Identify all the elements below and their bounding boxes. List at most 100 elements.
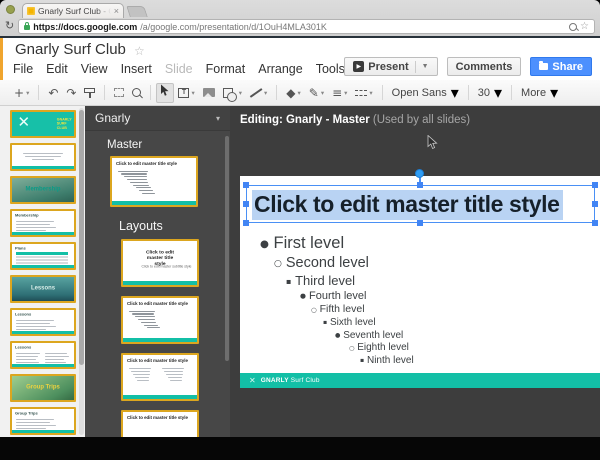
slide-thumbnail-4[interactable]: Membership [10, 209, 76, 237]
line-weight-icon[interactable]: ≡▾ [328, 83, 351, 103]
font-family-select[interactable]: Open Sans ▾ [388, 83, 463, 103]
slide-thumbnail-2[interactable] [10, 143, 76, 171]
panel-scrollbar[interactable] [225, 136, 229, 361]
document-title[interactable]: Gnarly Surf Club [15, 41, 126, 58]
text-box-icon[interactable]: T▾ [174, 83, 198, 103]
text-line [133, 374, 150, 376]
layout-title: Click to edit master title style [140, 249, 181, 266]
text-line [16, 356, 38, 358]
present-dropdown[interactable]: ▼ [415, 61, 429, 73]
layout-title: Click to edit master title style [127, 301, 164, 306]
master-slide[interactable]: Click to edit master title style ●First … [240, 176, 600, 388]
master-title-text[interactable]: Click to edit master title style [252, 190, 563, 220]
chevron-down-icon: ▾ [191, 89, 194, 97]
text-line [130, 182, 148, 183]
bullet-marker-icon: ● [335, 332, 340, 340]
url-bar[interactable]: https://docs.google.com /a/google.com/pr… [18, 19, 595, 34]
slide-thumbnail-5[interactable]: Plans [10, 242, 76, 270]
star-document-icon[interactable]: ☆ [134, 44, 145, 58]
text-line [16, 419, 54, 421]
layout-thumbnail-3[interactable]: Click to edit master title style [121, 353, 199, 401]
resize-handle-ne[interactable] [592, 182, 598, 188]
window-control-button[interactable] [6, 5, 15, 14]
slide-thumbnail-9[interactable]: Group Trips [10, 374, 76, 402]
menu-arrange[interactable]: Arrange [258, 62, 302, 76]
resize-handle-sw[interactable] [243, 220, 249, 226]
browser-tab[interactable]: Gnarly Surf Club - Googl × [22, 3, 124, 18]
image-icon[interactable] [199, 83, 219, 103]
line-color-icon[interactable]: ✎▾ [305, 83, 328, 103]
fill-color-icon[interactable]: ◆▾ [282, 83, 305, 103]
layout-footer [123, 281, 197, 285]
line-dash-icon[interactable]: ▾ [351, 83, 376, 103]
font-size-select[interactable]: 30 ▾ [474, 83, 506, 103]
text-line [16, 221, 54, 223]
text-line [16, 224, 50, 226]
bullet-level-8: ○Eighth level [349, 342, 600, 355]
table-row [16, 259, 68, 261]
new-tab-button[interactable] [126, 6, 148, 17]
shape-icon[interactable]: ▾ [219, 83, 246, 103]
bullet-marker-icon: ○ [311, 306, 317, 314]
layout-thumbnail-4[interactable]: Click to edit master title style [121, 410, 199, 437]
comments-button[interactable]: Comments [447, 57, 522, 76]
slide-thumbnail-10[interactable]: Group Trips [10, 407, 76, 435]
menu-file[interactable]: File [13, 62, 33, 76]
text-line [16, 428, 46, 430]
search-icon[interactable] [569, 23, 577, 31]
reload-icon[interactable]: ↻ [5, 21, 14, 32]
glyph: ↷ [66, 87, 76, 99]
slide-thumbnail-7[interactable]: Lessons [10, 308, 76, 336]
resize-handle-n[interactable] [417, 182, 423, 188]
share-button[interactable]: Share [530, 57, 592, 76]
table-row [16, 256, 68, 258]
body-placeholder[interactable]: ●First level○Second level▪Third level●Fo… [260, 233, 600, 368]
resize-handle-e[interactable] [592, 201, 598, 207]
slide-thumbnail-3[interactable]: Membership [10, 176, 76, 204]
layout-columns [129, 366, 191, 381]
bookmark-star-icon[interactable]: ☆ [580, 22, 589, 32]
menu-view[interactable]: View [81, 62, 108, 76]
bullet-level-5: ○Fifth level [311, 303, 600, 316]
bullet-marker-icon: ▪ [323, 319, 327, 327]
roller-glyph [84, 88, 95, 93]
master-thumb-footer [112, 201, 196, 205]
select-tool-icon[interactable] [156, 83, 174, 103]
toolbar-separator [382, 85, 383, 100]
slide-thumbnail-8[interactable]: Lessons [10, 341, 76, 369]
title-placeholder[interactable]: Click to edit master title style [246, 185, 595, 223]
thumb-footer [12, 166, 74, 169]
fit-zoom-icon[interactable] [110, 83, 128, 103]
rotation-handle[interactable] [415, 169, 424, 178]
menu-insert[interactable]: Insert [121, 62, 152, 76]
layout-thumbnail-2[interactable]: Click to edit master title style [121, 296, 199, 344]
browser-chrome: Gnarly Surf Club - Googl × ↻ https://doc… [0, 0, 600, 36]
redo-icon[interactable]: ↷ [62, 83, 80, 103]
line-tool-icon[interactable]: ▾ [246, 83, 271, 103]
slide-thumbnail-1[interactable]: ✕GNARLY SURF CLUB [10, 110, 76, 138]
more-menu[interactable]: More ▾ [517, 83, 562, 103]
layout-thumbnail-1[interactable]: Click to edit master title styleClick to… [121, 239, 199, 287]
new-slide-icon[interactable]: +▾ [10, 83, 33, 103]
slide-thumbnail-6[interactable]: Lessons [10, 275, 76, 303]
paint-format-icon[interactable] [80, 83, 99, 103]
menu-edit[interactable]: Edit [46, 62, 68, 76]
theme-header[interactable]: Gnarly ▾ [85, 106, 230, 131]
menu-format[interactable]: Format [206, 62, 246, 76]
resize-handle-w[interactable] [243, 201, 249, 207]
zoom-icon[interactable] [128, 83, 145, 103]
bottom-black-bar [0, 437, 600, 460]
master-slide-thumbnail[interactable]: Click to edit master title style [110, 156, 198, 207]
editing-label: Editing: Gnarly - Master [240, 114, 370, 126]
thumb-title: Lessons [15, 345, 31, 350]
tab-close-icon[interactable]: × [114, 7, 119, 16]
undo-icon[interactable]: ↶ [44, 83, 62, 103]
thumb-logo-slide: ✕GNARLY SURF CLUB [12, 112, 74, 136]
resize-handle-s[interactable] [417, 220, 423, 226]
resize-handle-nw[interactable] [243, 182, 249, 188]
menu-tools[interactable]: Tools [316, 62, 345, 76]
filmstrip-scrollbar[interactable] [79, 108, 84, 435]
resize-handle-se[interactable] [592, 220, 598, 226]
present-button[interactable]: ▶ Present ▼ [344, 57, 437, 76]
application-window: Gnarly Surf Club - Googl × ↻ https://doc… [0, 0, 600, 460]
